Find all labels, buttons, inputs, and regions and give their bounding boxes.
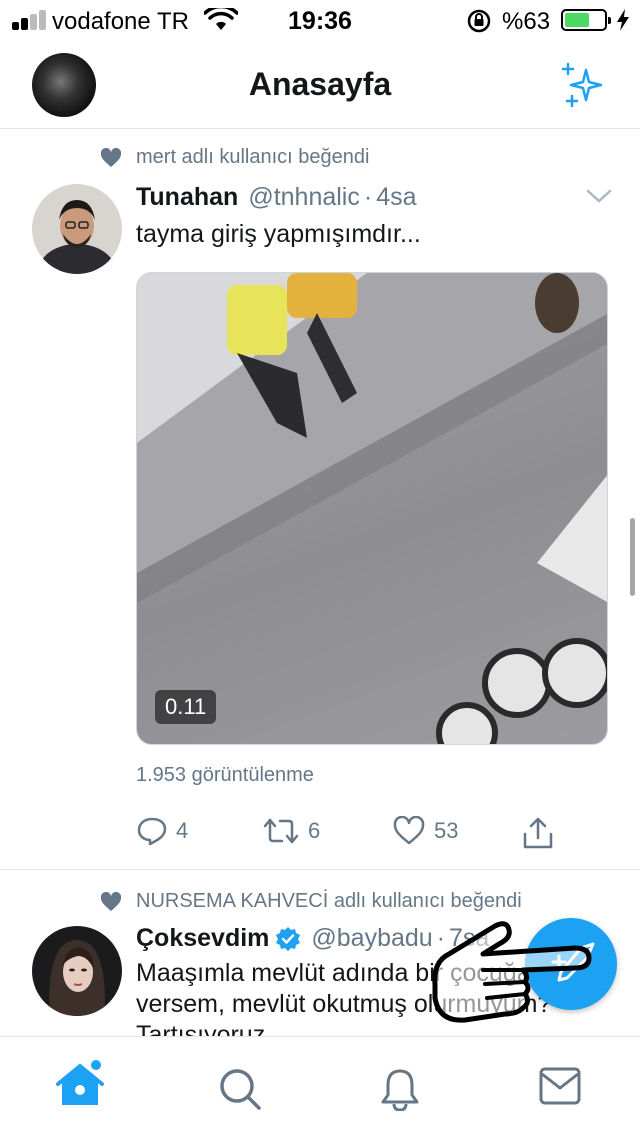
share-button[interactable] [522,816,562,850]
social-context-text: mert adlı kullanıcı beğendi [136,146,370,168]
like-button[interactable]: 53 [392,816,458,846]
search-icon [220,1069,261,1110]
heart-icon [100,891,122,911]
author-handle[interactable]: @tnhnalic [248,183,360,212]
tweet-actions: 4 6 53 [136,816,556,856]
reply-icon [137,817,167,846]
tweet-header: Tunahan @tnhnalic · 4sa [136,183,417,212]
social-context: NURSEMA KAHVECİ adlı kullanıcı beğendi [100,890,522,913]
view-count: 1.953 görüntülenme [136,764,314,786]
like-icon [393,816,425,845]
share-icon [523,817,553,849]
social-context-text: NURSEMA KAHVECİ adlı kullanıcı beğendi [136,890,522,912]
tab-search[interactable] [218,1067,262,1116]
retweet-icon [263,818,299,844]
tab-messages[interactable] [539,1067,581,1110]
tab-notifications[interactable] [380,1067,420,1116]
author-name[interactable]: Tunahan [136,183,238,212]
reply-count: 4 [176,818,189,843]
avatar[interactable] [32,926,122,1016]
author-name[interactable]: Çoksevdim [136,924,269,953]
like-count: 53 [434,818,459,843]
scrollbar[interactable] [630,518,635,596]
retweet-count: 6 [308,818,321,843]
author-handle[interactable]: @baybadu [311,924,432,953]
reply-button[interactable]: 4 [136,816,188,846]
tweet[interactable]: mert adlı kullanıcı beğendi Tunahan @tnh… [0,0,640,870]
retweet-button[interactable]: 6 [262,816,320,846]
home-icon [56,1060,104,1105]
video-player[interactable]: 0.11 [136,272,608,745]
separator: · [363,183,373,211]
tab-home[interactable] [56,1059,106,1114]
video-frame [137,273,607,744]
pointing-hand-icon [432,921,592,1023]
video-duration: 0.11 [155,690,217,724]
notifications-icon [381,1069,419,1112]
tab-bar [0,1036,640,1136]
heart-icon [100,147,122,167]
tweet-text: tayma giriş yapmışımdır... [136,220,421,248]
messages-icon [539,1067,581,1105]
tweet-time: 4sa [376,183,417,211]
chevron-down-icon[interactable] [586,188,612,204]
social-context: mert adlı kullanıcı beğendi [100,146,369,169]
avatar[interactable] [32,184,122,274]
verified-badge-icon [276,926,301,951]
